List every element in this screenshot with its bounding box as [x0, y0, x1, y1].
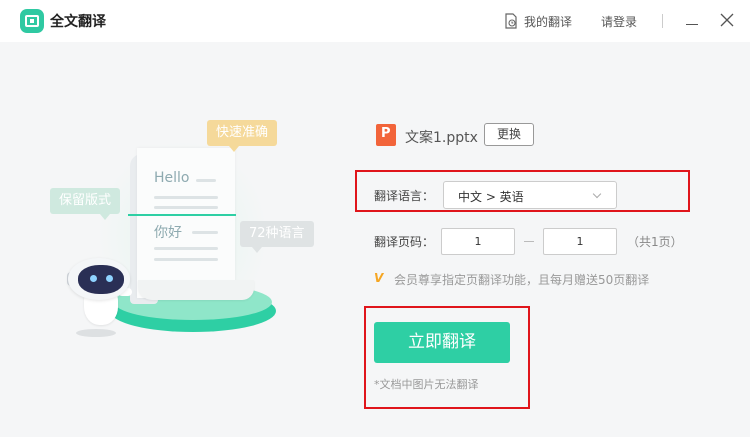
- page-range-label: 翻译页码：: [374, 235, 435, 249]
- page-range-dash: [524, 241, 534, 242]
- app-logo-icon: [20, 9, 44, 33]
- text-line: [154, 206, 218, 209]
- text-line: [154, 247, 218, 250]
- bubble-72-languages: 72种语言: [240, 221, 314, 253]
- close-icon: [720, 13, 734, 27]
- title-bar: 全文翻译 我的翻译 请登录: [0, 0, 750, 42]
- close-button[interactable]: [718, 11, 736, 29]
- minimize-button[interactable]: [683, 11, 701, 29]
- text-line: [154, 258, 218, 261]
- sample-chinese-text: 你好: [154, 225, 182, 241]
- my-translations-link[interactable]: 我的翻译: [504, 10, 572, 32]
- bubble-keep-format: 保留版式: [50, 188, 121, 220]
- language-label: 翻译语言：: [374, 189, 435, 203]
- text-line: [196, 179, 216, 182]
- powerpoint-file-icon: P: [376, 124, 396, 146]
- text-line: [154, 196, 218, 199]
- my-translations-label: 我的翻译: [524, 14, 573, 29]
- language-select-value: 中文 > 英语: [458, 190, 524, 204]
- robot-eye: [90, 275, 97, 282]
- page-to-input[interactable]: [543, 228, 617, 255]
- text-line: [192, 231, 218, 234]
- robot-shadow: [76, 329, 116, 337]
- total-pages: （共1页）: [627, 235, 683, 249]
- change-file-button[interactable]: 更换: [484, 123, 534, 146]
- translate-now-button[interactable]: 立即翻译: [374, 322, 510, 363]
- translation-illustration: Hello 你好 快速准确 保留版式 72种语言: [40, 110, 330, 350]
- login-link[interactable]: 请登录: [601, 13, 637, 30]
- app-title: 全文翻译: [50, 14, 106, 30]
- scan-line: [128, 214, 236, 216]
- document-paper-curl: [138, 280, 254, 300]
- vip-note: 会员尊享指定页翻译功能，且每月赠送50页翻译: [394, 273, 650, 287]
- header-divider: [662, 14, 663, 28]
- document-history-icon: [505, 13, 517, 29]
- sample-english-text: Hello: [154, 170, 190, 186]
- chevron-down-icon: [592, 189, 602, 199]
- vip-icon: V: [374, 271, 384, 285]
- bubble-fast-accurate: 快速准确: [207, 120, 278, 152]
- page-from-input[interactable]: [441, 228, 515, 255]
- robot-face: [78, 265, 124, 294]
- robot-eye: [106, 275, 113, 282]
- file-name: 文案1.pptx: [405, 130, 478, 146]
- language-select[interactable]: 中文 > 英语: [443, 181, 617, 209]
- image-translation-note: *文档中图片无法翻译: [374, 378, 479, 391]
